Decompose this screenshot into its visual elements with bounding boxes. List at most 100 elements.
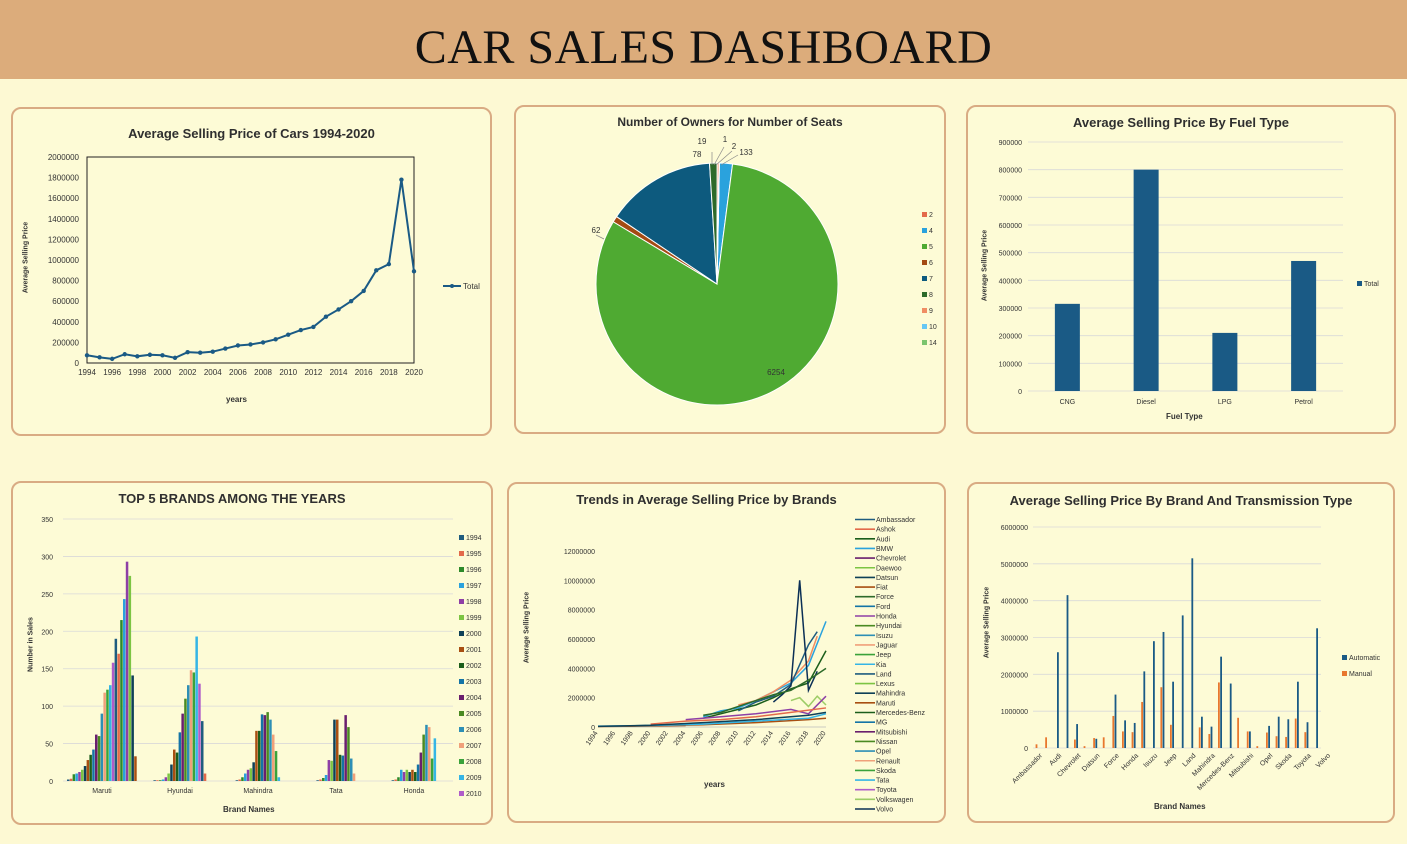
legend-label: Ford — [876, 604, 891, 611]
panel-owners-seats: Number of Owners for Number of Seats 2 13… — [514, 105, 946, 434]
bar-automatic — [1143, 671, 1146, 748]
bar-automatic — [1162, 631, 1165, 748]
plot-area — [86, 156, 415, 364]
y-tick-label: 2000000 — [1001, 672, 1028, 679]
legend-swatch — [459, 727, 464, 732]
legend-label: 14 — [929, 340, 937, 347]
x-tick-label: 2014 — [330, 368, 348, 377]
data-point — [399, 177, 404, 182]
x-tick-label: 1998 — [128, 368, 146, 377]
legend-label: Mitsubishi — [876, 729, 908, 736]
y-axis-label: Average Selling Price — [523, 591, 531, 664]
y-tick-label: 200 — [41, 629, 53, 636]
x-tick-label: 2006 — [690, 730, 705, 747]
data-point — [411, 269, 417, 274]
legend-swatch — [459, 759, 464, 764]
data-point — [286, 332, 291, 337]
legend-label: Total — [463, 282, 480, 291]
data-point — [298, 327, 304, 333]
y-tick-label: 150 — [41, 667, 53, 674]
bar — [414, 772, 417, 781]
bar — [324, 775, 328, 781]
bar — [249, 768, 253, 781]
bar — [120, 620, 123, 781]
x-tick-label: Petrol — [1294, 399, 1313, 406]
bar — [103, 692, 106, 781]
legend-label: Force — [876, 594, 894, 601]
y-tick-label: 0 — [1018, 389, 1022, 396]
data-label: 6254 — [767, 368, 785, 377]
y-tick-label: 200000 — [52, 338, 79, 347]
data-label: 19 — [698, 137, 707, 146]
legend-label: 6 — [929, 260, 933, 267]
x-tick-label: 2012 — [743, 730, 758, 747]
x-tick-label: 2002 — [179, 368, 197, 377]
data-point — [135, 354, 140, 359]
bar — [131, 675, 134, 781]
bar-manual — [1083, 746, 1086, 748]
y-tick-label: 2000000 — [568, 696, 595, 703]
bar — [69, 778, 73, 781]
x-tick-label: Honda — [1120, 752, 1140, 772]
panel-avg-price-years: Average Selling Price of Cars 1994-2020 … — [11, 107, 492, 436]
bar — [350, 758, 353, 781]
legend-label: Audi — [876, 536, 890, 543]
bar-manual — [1093, 738, 1095, 748]
data-point — [84, 353, 90, 358]
bar-automatic — [1210, 726, 1213, 748]
series-line-bmw — [702, 621, 827, 718]
bar — [246, 769, 250, 781]
bar — [235, 780, 239, 781]
legend-label: BMW — [876, 546, 894, 553]
bar — [428, 727, 431, 781]
x-tick-label: Volvo — [1315, 752, 1332, 769]
legend-label: Datsun — [876, 575, 898, 582]
x-tick-label: 2004 — [204, 368, 222, 377]
bar-automatic — [1057, 652, 1059, 748]
legend-label: Total — [1364, 281, 1379, 288]
legend-label: Mercedes-Benz — [876, 710, 926, 717]
line-chart-svg: 0 200000 400000 600000 800000 1000000 1200000 1… — [48, 153, 480, 377]
bar — [97, 736, 101, 781]
bar-manual — [1198, 727, 1201, 748]
bar — [433, 738, 437, 781]
bar-manual — [1246, 731, 1249, 748]
data-label: 133 — [739, 148, 753, 157]
legend-label: Opel — [876, 749, 891, 756]
data-point — [374, 268, 379, 273]
x-tick-label: 2010 — [279, 368, 297, 377]
legend-label: 9 — [929, 308, 933, 315]
bar-automatic — [1306, 722, 1309, 748]
x-tick-label: Force — [1103, 752, 1121, 770]
bar-automatic — [1191, 558, 1194, 748]
data-point — [109, 356, 115, 362]
data-point — [223, 346, 228, 351]
bar-automatic — [1287, 719, 1290, 748]
bar-automatic — [1066, 595, 1069, 748]
y-tick-label: 2000000 — [48, 153, 80, 162]
legend-swatch — [459, 631, 464, 636]
legend-label: 2004 — [466, 695, 482, 702]
dashboard-title: CAR SALES DASHBOARD — [414, 21, 993, 74]
legend-swatch — [1357, 281, 1362, 286]
panel-fuel-type: Average Selling Price By Fuel Type 0 1000… — [966, 105, 1396, 434]
legend-label: 1996 — [466, 567, 482, 574]
data-point — [122, 352, 127, 357]
y-tick-label: 8000000 — [568, 608, 595, 615]
y-tick-label: 4000000 — [568, 666, 595, 673]
bar-manual — [1035, 744, 1038, 748]
bar — [75, 773, 78, 781]
x-tick-label: 2004 — [673, 730, 688, 747]
legend-label: 1998 — [466, 599, 482, 606]
x-tick-label: 1998 — [620, 730, 635, 747]
transmission-bar-chart-svg: 0 1000000 2000000 3000000 4000000 5000000 6000… — [1001, 525, 1381, 792]
x-tick-label: 2018 — [795, 730, 810, 747]
bar — [178, 732, 182, 781]
bar — [167, 773, 170, 781]
legend-swatch — [459, 679, 464, 684]
bar-manual — [1141, 701, 1143, 748]
y-tick-label: 5000000 — [1001, 562, 1028, 569]
x-tick-label: Jeep — [1163, 752, 1179, 768]
x-axis-label: Fuel Type — [1166, 412, 1203, 421]
bar — [274, 751, 278, 781]
